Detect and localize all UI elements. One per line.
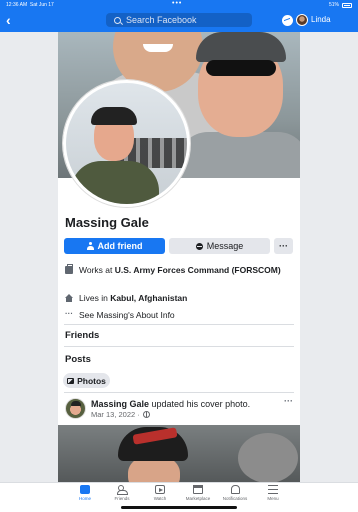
photos-button[interactable]: Photos xyxy=(63,373,110,388)
tab-notifications[interactable]: Notifications xyxy=(215,485,255,501)
tab-friends[interactable]: Friends xyxy=(102,485,142,501)
add-person-icon xyxy=(86,242,94,250)
marketplace-icon xyxy=(193,485,203,494)
user-avatar[interactable] xyxy=(296,14,308,26)
photos-label: Photos xyxy=(77,375,106,386)
work-text: Works at U.S. Army Forces Command (FORSC… xyxy=(79,265,281,275)
location-info: Lives in Kabul, Afghanistan xyxy=(65,293,187,304)
post-header: Massing Gale updated his cover photo. xyxy=(91,399,250,409)
profile-picture[interactable] xyxy=(63,80,190,207)
search-bar[interactable]: Search Facebook xyxy=(106,13,252,27)
battery-icon xyxy=(342,2,352,8)
home-indicator[interactable] xyxy=(121,506,237,509)
location-place[interactable]: Kabul, Afghanistan xyxy=(110,293,187,303)
tab-watch[interactable]: Watch xyxy=(140,485,180,501)
friends-icon xyxy=(117,485,128,495)
cover-child-smile xyxy=(143,44,173,52)
menu-icon xyxy=(268,485,278,494)
tab-menu-label: Menu xyxy=(267,496,279,501)
bell-icon xyxy=(230,485,240,494)
message-label: Message xyxy=(206,241,244,251)
messenger-icon[interactable] xyxy=(282,15,293,26)
briefcase-icon xyxy=(65,264,73,274)
more-dots-icon: ··· xyxy=(65,309,73,318)
post-date-text: Mar 13, 2022 · xyxy=(91,410,140,419)
about-info-label: See Massing's About Info xyxy=(79,310,175,320)
right-margin xyxy=(300,32,358,482)
add-friend-label: Add friend xyxy=(97,241,143,251)
tab-marketplace[interactable]: Marketplace xyxy=(178,485,218,501)
divider xyxy=(64,346,294,347)
work-place[interactable]: U.S. Army Forces Command (FORSCOM) xyxy=(115,265,281,275)
message-button[interactable]: Message xyxy=(169,238,270,254)
status-time: 12:36 AM Sat Jun 17 xyxy=(6,2,54,8)
post-author-name[interactable]: Massing Gale xyxy=(91,399,149,409)
home-icon xyxy=(80,485,90,494)
tab-home-label: Home xyxy=(78,496,91,501)
multitasking-dots[interactable]: ••• xyxy=(172,0,182,7)
search-placeholder: Search Facebook xyxy=(126,15,197,25)
about-info-link[interactable]: ··· See Massing's About Info xyxy=(65,310,175,321)
search-icon xyxy=(114,16,121,24)
post-photo[interactable] xyxy=(58,425,300,482)
left-margin xyxy=(0,32,58,482)
friends-section-title[interactable]: Friends xyxy=(65,330,99,341)
cover-sunglasses xyxy=(206,60,276,76)
user-name[interactable]: Linda xyxy=(311,15,331,24)
add-friend-button[interactable]: Add friend xyxy=(64,238,165,254)
globe-icon xyxy=(142,411,150,418)
profile-cap xyxy=(91,107,137,125)
tab-notifications-label: Notifications xyxy=(222,496,248,501)
post-options-button[interactable]: ··· xyxy=(284,396,293,406)
tab-watch-label: Watch xyxy=(153,496,167,501)
post-action-text: updated his cover photo. xyxy=(149,399,251,409)
profile-name: Massing Gale xyxy=(65,215,149,230)
tab-home[interactable]: Home xyxy=(65,485,105,501)
battery-percent: 51% xyxy=(328,2,339,8)
back-button[interactable]: ‹ xyxy=(6,13,11,27)
messenger-icon xyxy=(195,242,203,250)
post-timestamp[interactable]: Mar 13, 2022 · xyxy=(91,410,150,419)
tab-marketplace-label: Marketplace xyxy=(185,496,211,501)
posts-section-title: Posts xyxy=(65,354,91,365)
tab-menu[interactable]: Menu xyxy=(253,485,293,501)
cover-man-cap xyxy=(196,32,286,62)
watch-icon xyxy=(155,485,165,494)
status-bar: 12:36 AM Sat Jun 17 ••• 51% xyxy=(0,0,358,10)
photo-icon xyxy=(67,377,75,384)
tab-friends-label: Friends xyxy=(114,496,130,501)
post-author-avatar[interactable] xyxy=(65,398,86,419)
home-icon xyxy=(65,294,73,302)
profile-shirt xyxy=(71,161,159,204)
work-info: Works at U.S. Army Forces Command (FORSC… xyxy=(65,264,290,276)
top-navigation-bar: 12:36 AM Sat Jun 17 ••• 51% ‹ Search Fac… xyxy=(0,0,358,32)
location-text: Lives in Kabul, Afghanistan xyxy=(79,293,188,303)
status-indicators: 51% xyxy=(329,2,352,8)
cover-man-shirt xyxy=(178,132,300,178)
more-options-button[interactable]: ··· xyxy=(274,238,293,254)
post-photo-background-figure xyxy=(238,433,298,482)
divider xyxy=(64,324,294,325)
divider xyxy=(64,392,294,393)
